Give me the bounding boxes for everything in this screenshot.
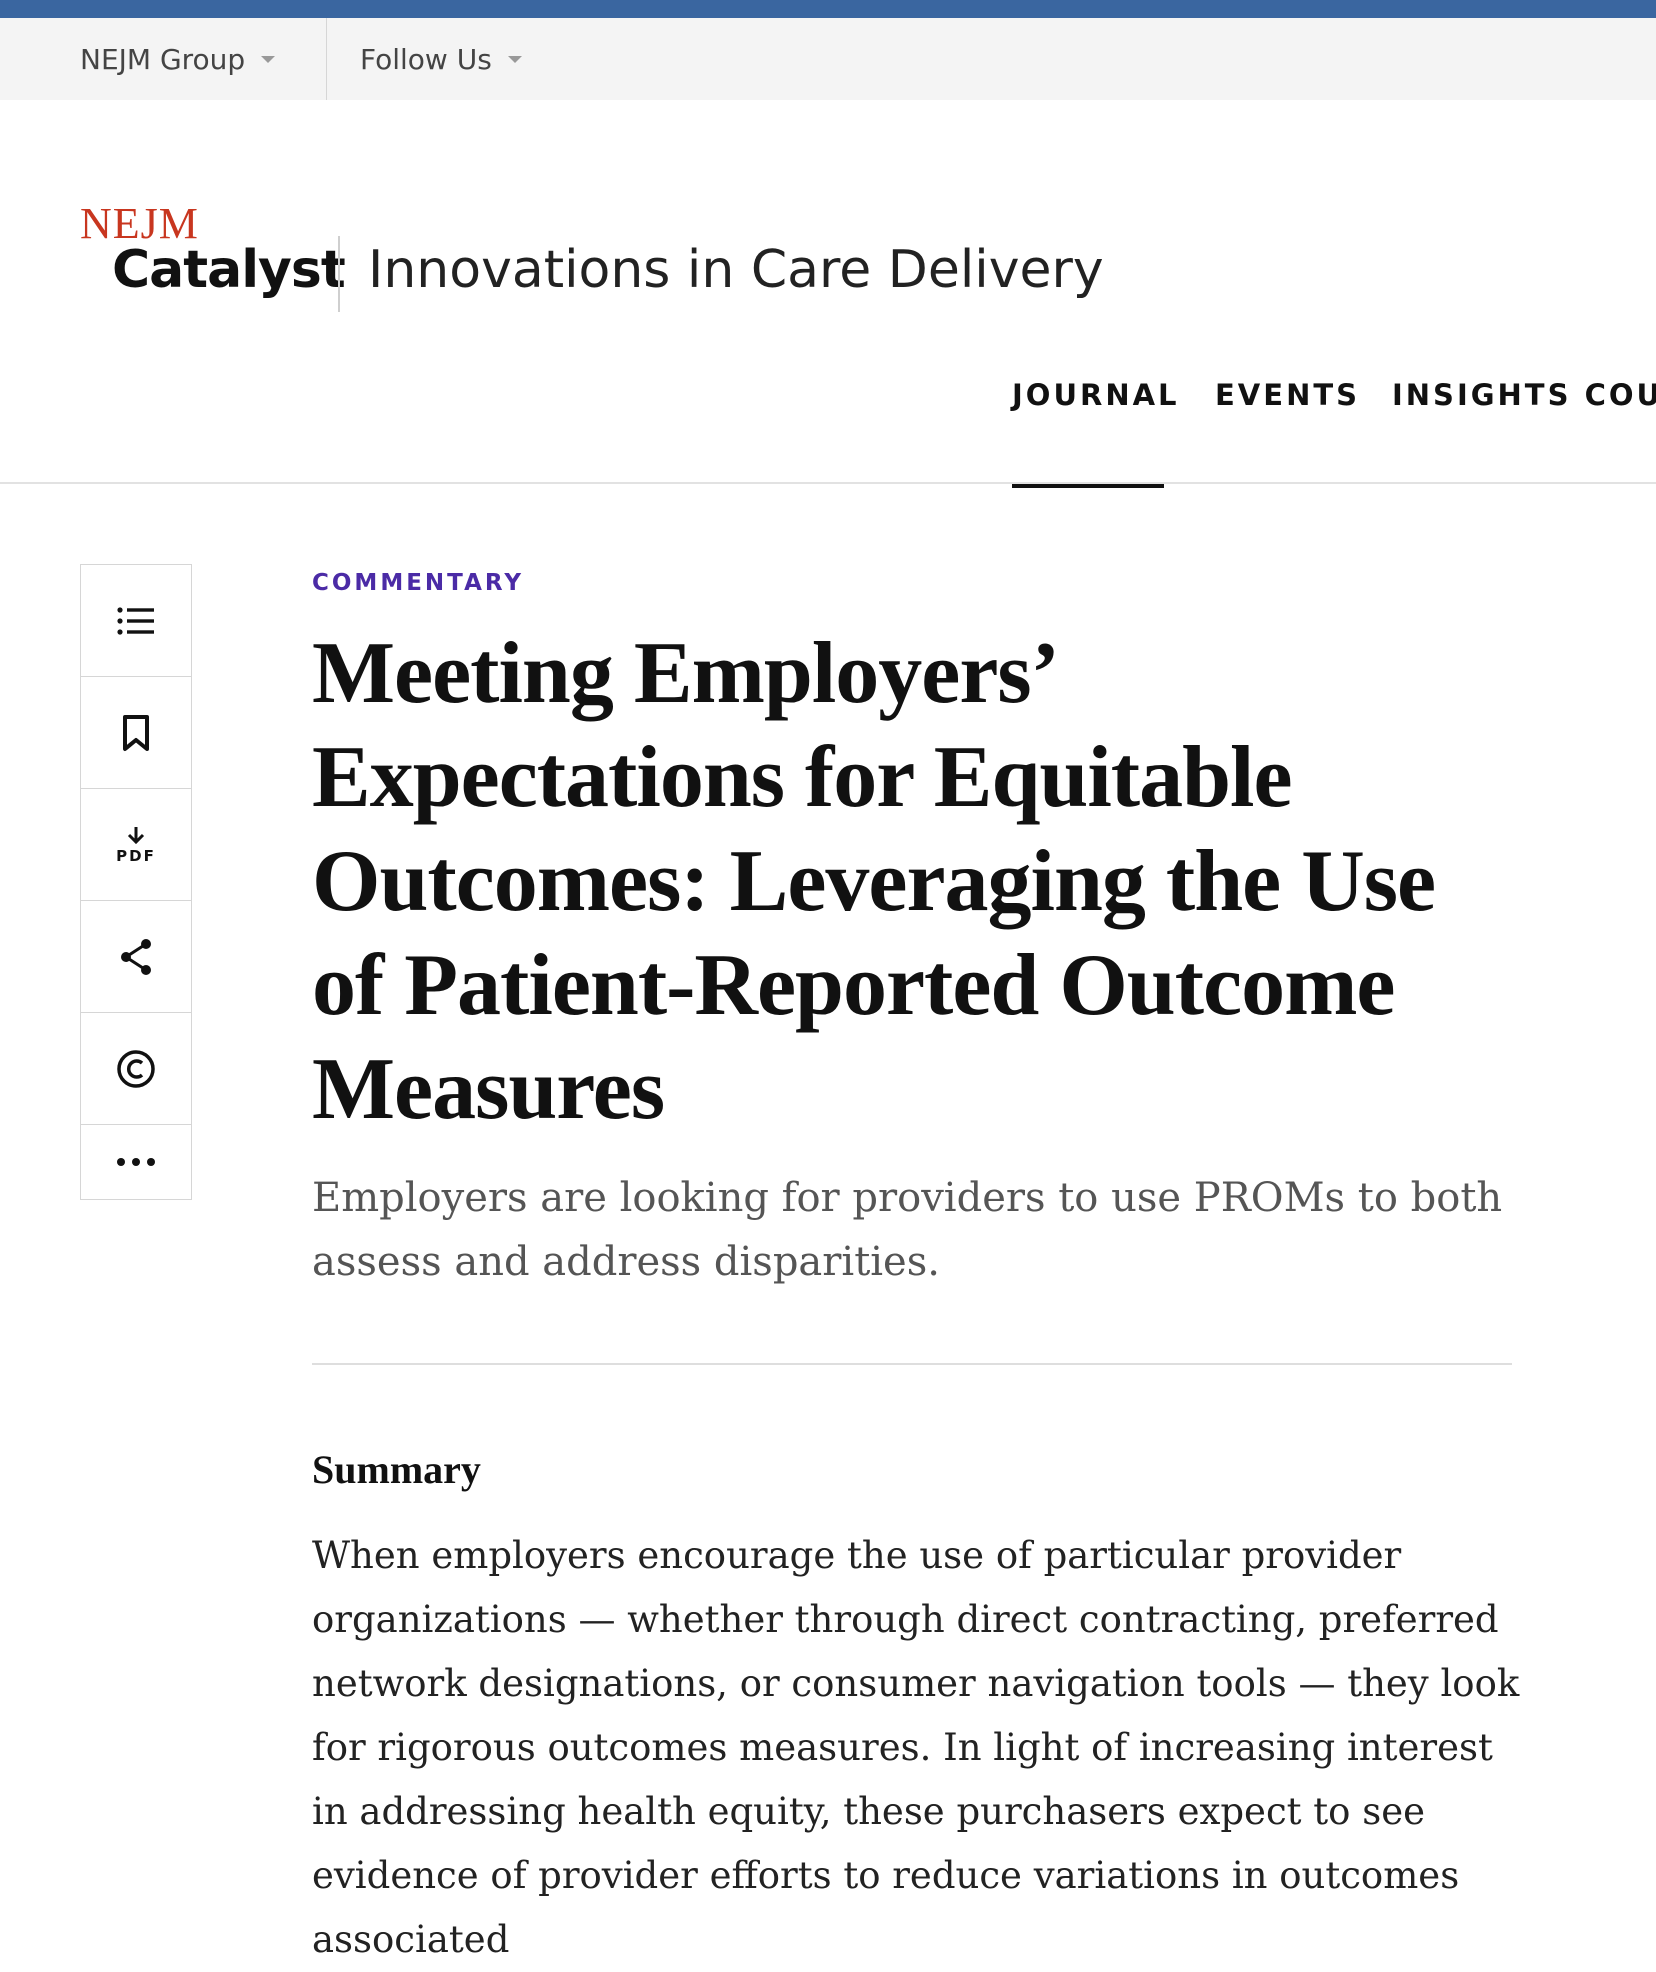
nav-active-indicator (1012, 484, 1164, 488)
summary-text: When employers encourage the use of part… (312, 1534, 1520, 1961)
logo-catalyst: Catalyst (112, 240, 346, 300)
utility-bar: NEJM Group Follow Us (0, 18, 1656, 100)
nav-journal[interactable]: JOURNAL (1012, 378, 1180, 412)
copyright-icon (117, 1049, 155, 1088)
follow-us-menu[interactable]: Follow Us (360, 18, 522, 100)
chevron-down-icon (507, 55, 522, 63)
share-icon (121, 938, 151, 975)
chevron-down-icon (261, 55, 276, 63)
nejm-group-label: NEJM Group (80, 42, 246, 76)
article-tools: PDF (80, 564, 192, 1200)
nejm-group-menu[interactable]: NEJM Group (80, 18, 276, 100)
download-icon (127, 826, 145, 844)
more-icon (117, 1158, 155, 1166)
article-type[interactable]: COMMENTARY (312, 570, 1512, 596)
section-divider (312, 1363, 1512, 1365)
follow-us-label: Follow Us (360, 42, 492, 76)
nav-divider (0, 482, 1656, 484)
summary-heading: Summary (312, 1447, 481, 1492)
top-accent-bar (0, 0, 1656, 18)
article-title: Meeting Employers’ Expectations for Equi… (312, 625, 1436, 1138)
bookmark-icon (123, 714, 149, 751)
table-of-contents-button[interactable] (81, 565, 191, 677)
article-deck: Employers are looking for providers to u… (312, 1175, 1503, 1285)
bookmark-button[interactable] (81, 677, 191, 789)
pdf-download-button[interactable]: PDF (81, 789, 191, 901)
brand-divider (338, 236, 340, 312)
pdf-label: PDF (116, 846, 156, 865)
permissions-button[interactable] (81, 1013, 191, 1125)
nav-insights-council[interactable]: INSIGHTS COUN (1392, 378, 1656, 412)
list-icon (117, 606, 154, 635)
utility-divider (326, 18, 327, 100)
nav-events[interactable]: EVENTS (1215, 378, 1360, 412)
site-tagline: Innovations in Care Delivery (368, 240, 1104, 300)
share-button[interactable] (81, 901, 191, 1013)
more-options-button[interactable] (81, 1125, 191, 1199)
